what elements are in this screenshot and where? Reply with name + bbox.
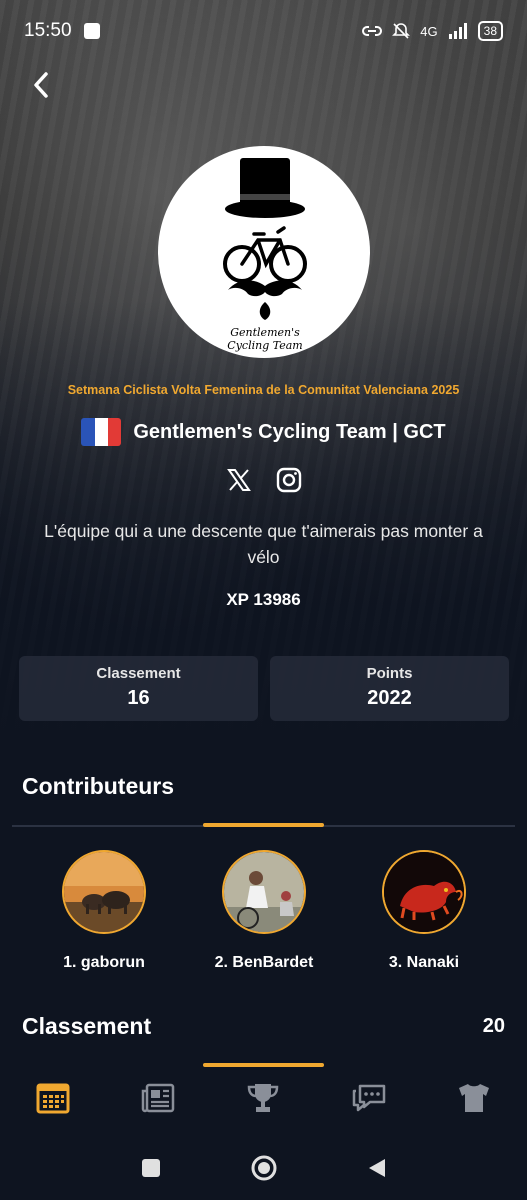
red-beast-avatar xyxy=(382,850,466,934)
ranking-count: 20 xyxy=(482,1015,505,1037)
ranking-divider-accent xyxy=(203,1063,324,1067)
stat-value: 16 xyxy=(127,687,150,709)
status-bar: 15:50 4G 38 xyxy=(0,0,527,62)
cyclists-avatar xyxy=(222,850,306,934)
network-label: 4G xyxy=(420,23,438,39)
system-nav-bar xyxy=(0,1140,527,1200)
signal-icon xyxy=(448,23,467,39)
nav-trophy[interactable] xyxy=(243,1078,283,1118)
calendar-icon xyxy=(36,1083,70,1114)
france-flag xyxy=(81,418,122,446)
x-link[interactable] xyxy=(225,466,253,494)
contributor-name: 1. gaborun xyxy=(63,954,145,971)
chat-icon xyxy=(352,1084,386,1112)
nav-jersey[interactable] xyxy=(454,1078,494,1118)
notification-icon xyxy=(83,23,100,39)
team-name-row: Gentlemen's Cycling Team | GCT xyxy=(0,418,527,446)
back-button[interactable] xyxy=(26,70,56,100)
contributors-divider-accent xyxy=(203,823,324,827)
recents-button[interactable] xyxy=(140,1157,162,1184)
contributor-item[interactable]: 1. gaborun xyxy=(24,850,184,972)
chevron-left-icon xyxy=(34,72,48,98)
team-logo: Gentlemen's Cycling Team xyxy=(158,146,370,358)
news-icon xyxy=(141,1083,175,1113)
team-name: Gentlemen's Cycling Team | GCT xyxy=(133,420,446,443)
logo-text-line2: Cycling Team xyxy=(227,339,302,352)
trophy-icon xyxy=(248,1084,279,1112)
team-motto: L'équipe qui a une descente que t'aimera… xyxy=(44,521,483,567)
stat-label: Points xyxy=(366,665,413,682)
square-icon xyxy=(141,1158,160,1177)
contributor-name: 3. Nanaki xyxy=(388,954,460,971)
link-icon xyxy=(362,26,383,36)
elephants-avatar xyxy=(62,850,146,934)
stat-card-points: Points 2022 xyxy=(270,656,509,721)
stat-label: Classement xyxy=(96,665,181,682)
logo-text-line1: Gentlemen's xyxy=(230,326,300,339)
mute-bell-icon xyxy=(392,23,411,39)
status-time: 15:50 xyxy=(24,20,72,41)
instagram-icon xyxy=(276,467,301,493)
nav-calendar[interactable] xyxy=(33,1078,73,1118)
instagram-link[interactable] xyxy=(275,466,303,494)
contributor-item[interactable]: 2. BenBardet xyxy=(184,850,344,972)
battery-icon: 38 xyxy=(477,21,503,41)
ranking-title: Classement xyxy=(22,1013,152,1039)
jersey-icon xyxy=(459,1084,490,1112)
nav-news[interactable] xyxy=(138,1078,178,1118)
stat-value: 2022 xyxy=(367,687,412,709)
team-xp: XP 13986 xyxy=(226,590,301,609)
stat-card-classement: Classement 16 xyxy=(19,656,258,721)
bottom-nav xyxy=(0,1068,527,1128)
x-icon xyxy=(226,469,251,491)
home-button[interactable] xyxy=(250,1154,278,1187)
nav-chat[interactable] xyxy=(349,1078,389,1118)
back-nav-button[interactable] xyxy=(366,1157,388,1184)
race-name[interactable]: Setmana Ciclista Volta Femenina de la Co… xyxy=(0,383,527,397)
contributor-item[interactable]: 3. Nanaki xyxy=(344,850,504,972)
contributors-title: Contributeurs xyxy=(22,773,175,799)
circle-icon xyxy=(251,1155,276,1180)
status-icons: 4G 38 xyxy=(362,21,503,41)
contributor-name: 2. BenBardet xyxy=(214,954,314,971)
top-hat-bicycle-logo: Gentlemen's Cycling Team xyxy=(223,158,307,352)
triangle-back-icon xyxy=(368,1158,385,1177)
social-links xyxy=(0,466,527,494)
